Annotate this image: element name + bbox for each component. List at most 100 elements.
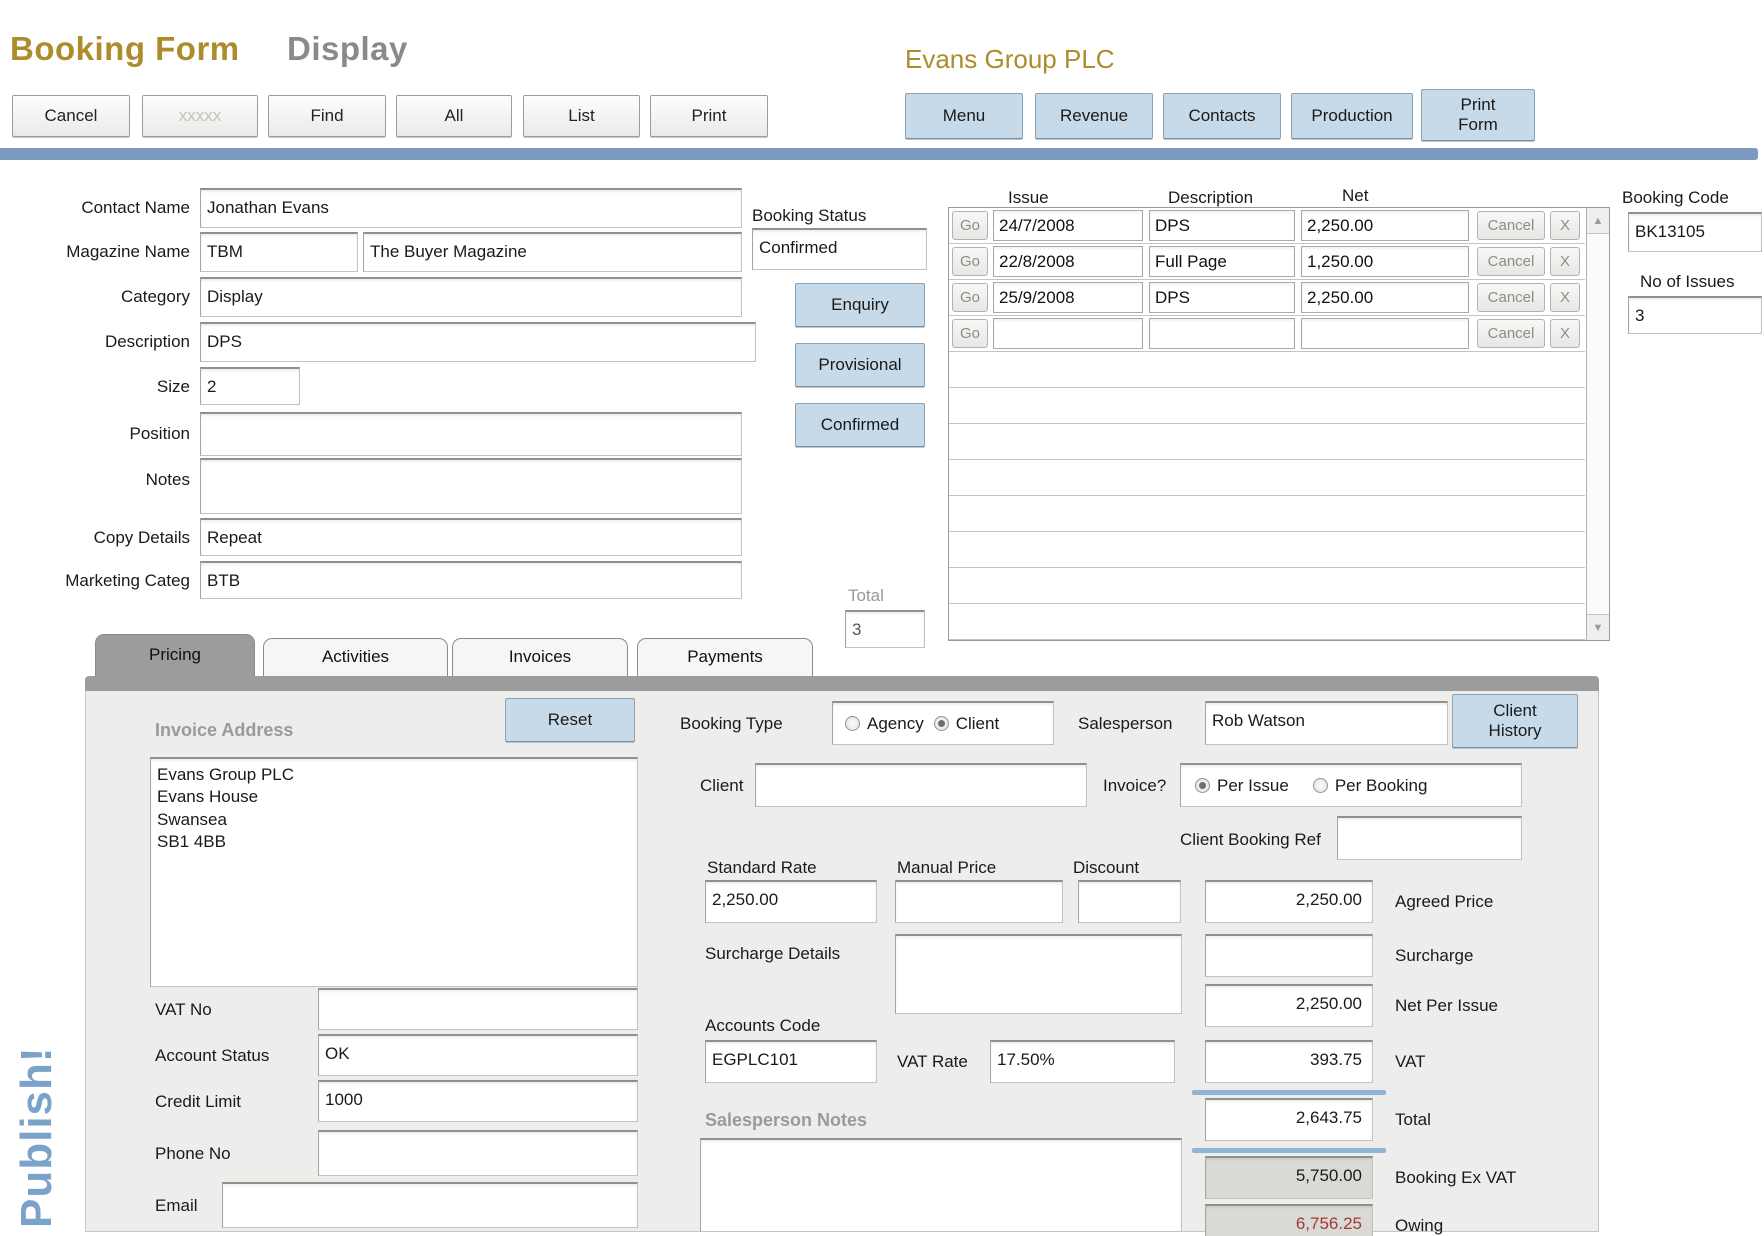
phone-no-field[interactable] (318, 1130, 638, 1176)
find-button[interactable]: Find (268, 95, 386, 137)
vat-total-divider (1192, 1090, 1386, 1095)
radio-client-icon[interactable] (934, 716, 949, 731)
discount-field[interactable] (1078, 880, 1181, 923)
surcharge-details-field[interactable] (895, 934, 1182, 1014)
salesperson-field[interactable]: Rob Watson (1205, 701, 1448, 745)
client-field[interactable] (755, 763, 1087, 807)
print-form-button[interactable]: Print Form (1421, 89, 1535, 141)
row-delete-button[interactable]: X (1550, 319, 1580, 348)
radio-per-issue-icon[interactable] (1195, 778, 1210, 793)
confirmed-button[interactable]: Confirmed (795, 403, 925, 447)
no-of-issues-field[interactable]: 3 (1628, 296, 1762, 334)
issue-description-field[interactable]: DPS (1149, 210, 1295, 241)
issue-description-field[interactable] (1149, 318, 1295, 349)
standard-rate-field[interactable]: 2,250.00 (705, 880, 877, 923)
invoice-address-field[interactable]: Evans Group PLC Evans House Swansea SB1 … (150, 757, 638, 987)
credit-limit-field[interactable]: 1000 (318, 1080, 638, 1122)
go-button[interactable]: Go (952, 283, 988, 312)
tab-pricing[interactable]: Pricing (95, 634, 255, 678)
booking-code-field[interactable]: BK13105 (1628, 212, 1762, 252)
surcharge-field[interactable] (1205, 934, 1373, 977)
vat-field[interactable]: 393.75 (1205, 1040, 1373, 1083)
email-field[interactable] (222, 1182, 638, 1228)
notes-field[interactable] (200, 458, 742, 514)
scroll-up-icon[interactable]: ▲ (1587, 208, 1609, 234)
issue-net-field[interactable]: 1,250.00 (1301, 246, 1469, 277)
contacts-button[interactable]: Contacts (1163, 93, 1281, 139)
vat-no-field[interactable] (318, 988, 638, 1030)
marketing-categ-field[interactable]: BTB (200, 561, 742, 599)
radio-per-booking[interactable]: Per Booking (1313, 776, 1428, 796)
issue-description-field[interactable]: DPS (1149, 282, 1295, 313)
credit-limit-label: Credit Limit (155, 1092, 241, 1112)
vat-rate-field[interactable]: 17.50% (990, 1040, 1175, 1083)
radio-per-booking-icon[interactable] (1313, 778, 1328, 793)
accounts-code-field[interactable]: EGPLC101 (705, 1040, 877, 1083)
agreed-price-field[interactable]: 2,250.00 (1205, 880, 1373, 923)
magazine-code-field[interactable]: TBM (200, 232, 358, 272)
issue-net-field[interactable] (1301, 318, 1469, 349)
position-field[interactable] (200, 412, 742, 456)
salesperson-notes-label: Salesperson Notes (705, 1110, 867, 1131)
row-cancel-button[interactable]: Cancel (1477, 247, 1545, 276)
tab-activities[interactable]: Activities (263, 638, 448, 678)
vat-no-label: VAT No (155, 1000, 212, 1020)
client-history-button[interactable]: Client History (1452, 694, 1578, 748)
magazine-name-field[interactable]: The Buyer Magazine (363, 232, 742, 272)
radio-client[interactable]: Client (934, 714, 999, 734)
reset-button[interactable]: Reset (505, 698, 635, 742)
list-button[interactable]: List (523, 95, 640, 137)
tab-invoices[interactable]: Invoices (452, 638, 628, 678)
issue-date-field[interactable] (993, 318, 1143, 349)
radio-agency[interactable]: Agency (845, 714, 924, 734)
issue-date-field[interactable]: 24/7/2008 (993, 210, 1143, 241)
go-button[interactable]: Go (952, 247, 988, 276)
booking-status-field[interactable]: Confirmed (752, 228, 927, 270)
production-button[interactable]: Production (1291, 93, 1413, 139)
all-button[interactable]: All (396, 95, 512, 137)
go-button[interactable]: Go (952, 211, 988, 240)
notes-label: Notes (0, 470, 190, 490)
net-per-issue-field[interactable]: 2,250.00 (1205, 984, 1373, 1027)
issues-table: Go 24/7/2008 DPS 2,250.00 Cancel X Go 22… (948, 207, 1610, 641)
issue-date-field[interactable]: 22/8/2008 (993, 246, 1143, 277)
empty-issue-row (949, 496, 1585, 532)
manual-price-field[interactable] (895, 880, 1063, 923)
issue-description-field[interactable]: Full Page (1149, 246, 1295, 277)
menu-button[interactable]: Menu (905, 93, 1023, 139)
contact-name-field[interactable]: Jonathan Evans (200, 188, 742, 228)
description-field[interactable]: DPS (200, 322, 756, 362)
issue-net-field[interactable]: 2,250.00 (1301, 282, 1469, 313)
no-of-issues-label: No of Issues (1640, 272, 1735, 292)
size-field[interactable]: 2 (200, 367, 300, 405)
vat-rate-label: VAT Rate (897, 1052, 968, 1072)
row-delete-button[interactable]: X (1550, 247, 1580, 276)
scroll-down-icon[interactable]: ▼ (1587, 614, 1609, 640)
go-button[interactable]: Go (952, 319, 988, 348)
category-field[interactable]: Display (200, 277, 742, 317)
row-cancel-button[interactable]: Cancel (1477, 319, 1545, 348)
provisional-button[interactable]: Provisional (795, 343, 925, 387)
radio-agency-icon[interactable] (845, 716, 860, 731)
total-field[interactable]: 2,643.75 (1205, 1098, 1373, 1141)
row-delete-button[interactable]: X (1550, 283, 1580, 312)
account-status-field[interactable]: OK (318, 1034, 638, 1076)
row-cancel-button[interactable]: Cancel (1477, 283, 1545, 312)
issues-scrollbar[interactable]: ▲ ▼ (1586, 208, 1609, 640)
manual-price-label: Manual Price (897, 858, 996, 878)
issue-date-field[interactable]: 25/9/2008 (993, 282, 1143, 313)
salesperson-notes-field[interactable] (700, 1138, 1182, 1232)
enquiry-button[interactable]: Enquiry (795, 283, 925, 327)
tab-payments[interactable]: Payments (637, 638, 813, 678)
revenue-button[interactable]: Revenue (1035, 93, 1153, 139)
row-delete-button[interactable]: X (1550, 211, 1580, 240)
client-booking-ref-field[interactable] (1337, 816, 1522, 860)
booking-code-label: Booking Code (1622, 188, 1729, 208)
row-cancel-button[interactable]: Cancel (1477, 211, 1545, 240)
cancel-button[interactable]: Cancel (12, 95, 130, 137)
issue-net-field[interactable]: 2,250.00 (1301, 210, 1469, 241)
invoice-mode-label: Invoice? (1103, 776, 1166, 796)
print-button[interactable]: Print (650, 95, 768, 137)
radio-per-issue[interactable]: Per Issue (1195, 776, 1289, 796)
copy-details-field[interactable]: Repeat (200, 518, 742, 556)
